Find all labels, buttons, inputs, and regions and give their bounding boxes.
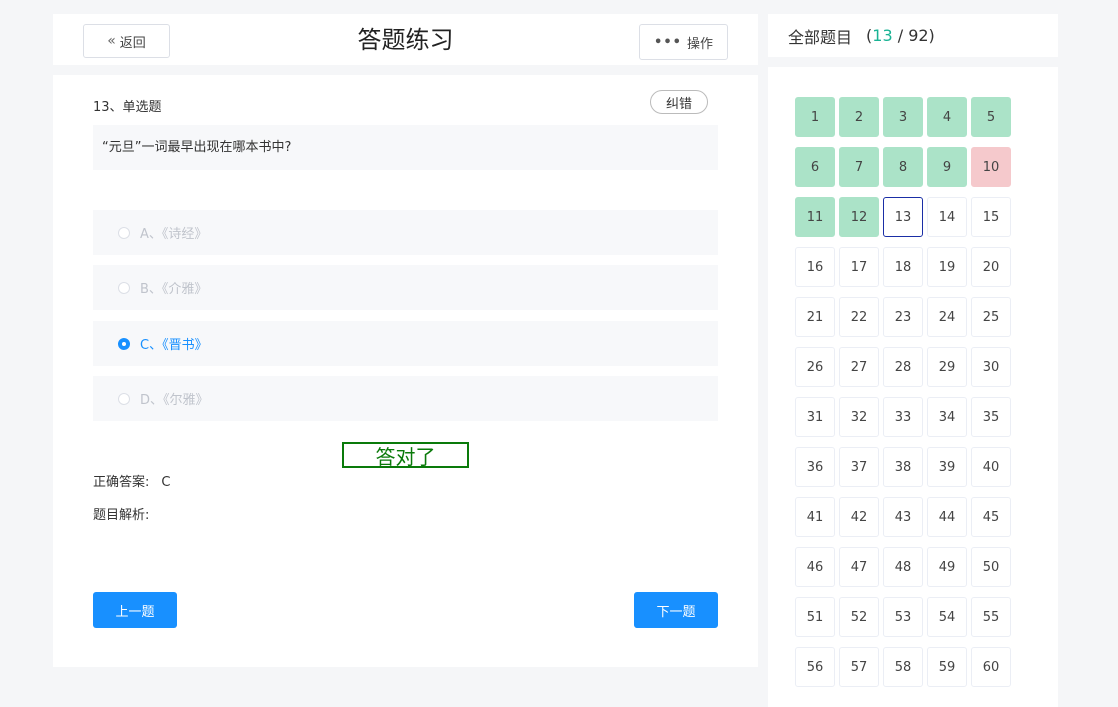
radio-icon[interactable] xyxy=(118,337,130,350)
question-number-cell[interactable]: 42 xyxy=(839,497,879,537)
question-number-cell[interactable]: 29 xyxy=(927,347,967,387)
question-number-cell[interactable]: 58 xyxy=(883,647,923,687)
question-number-cell[interactable]: 48 xyxy=(883,547,923,587)
question-number-cell[interactable]: 6 xyxy=(795,147,835,187)
question-number-cell[interactable]: 50 xyxy=(971,547,1011,587)
question-number-cell[interactable]: 23 xyxy=(883,297,923,337)
question-number-cell[interactable]: 27 xyxy=(839,347,879,387)
question-number-cell[interactable]: 43 xyxy=(883,497,923,537)
radio-icon[interactable] xyxy=(118,226,130,239)
question-number-cell[interactable]: 9 xyxy=(927,147,967,187)
question-number-cell[interactable]: 20 xyxy=(971,247,1011,287)
question-number-cell[interactable]: 3 xyxy=(883,97,923,137)
question-number-cell[interactable]: 51 xyxy=(795,597,835,637)
question-number-cell[interactable]: 53 xyxy=(883,597,923,637)
radio-icon[interactable] xyxy=(118,281,130,294)
correct-answer: 正确答案: C xyxy=(93,471,170,490)
option-d[interactable]: D、《尔雅》 xyxy=(93,376,718,421)
question-number-cell[interactable]: 60 xyxy=(971,647,1011,687)
more-dots-icon: ••• xyxy=(654,34,682,50)
question-number-cell[interactable]: 15 xyxy=(971,197,1011,237)
current-number: 13 xyxy=(872,26,893,45)
question-number-cell[interactable]: 13 xyxy=(883,197,923,237)
radio-icon[interactable] xyxy=(118,392,130,405)
operations-label: 操作 xyxy=(686,36,713,52)
question-number-cell[interactable]: 57 xyxy=(839,647,879,687)
question-number-cell[interactable]: 4 xyxy=(927,97,967,137)
question-number-cell[interactable]: 8 xyxy=(883,147,923,187)
question-number-cell[interactable]: 25 xyxy=(971,297,1011,337)
question-number-cell[interactable]: 19 xyxy=(927,247,967,287)
answer-value: C xyxy=(161,475,171,490)
option-label: A、《诗经》 xyxy=(140,227,208,242)
question-number-cell[interactable]: 26 xyxy=(795,347,835,387)
question-number-cell[interactable]: 11 xyxy=(795,197,835,237)
panel-title: 全部题目 xyxy=(788,27,853,47)
question-number-cell[interactable]: 14 xyxy=(927,197,967,237)
question-stem: “元旦”一词最早出现在哪本书中? xyxy=(93,125,718,170)
question-number-cell[interactable]: 44 xyxy=(927,497,967,537)
question-number-cell[interactable]: 18 xyxy=(883,247,923,287)
analysis-label: 题目解析: xyxy=(93,508,150,523)
question-number-cell[interactable]: 40 xyxy=(971,447,1011,487)
question-list-header: 全部题目 (13 / 92) xyxy=(768,14,1058,57)
question-grid-panel: 1 2 3 4 5 6 7 8 9 10 11 12 13 14 15 16 17 18 19 20 21 22 23 24 2… xyxy=(768,67,1058,707)
question-number-cell[interactable]: 16 xyxy=(795,247,835,287)
question-number-cell[interactable]: 17 xyxy=(839,247,879,287)
option-label: C、《晋书》 xyxy=(140,338,208,353)
question-number-cell[interactable]: 49 xyxy=(927,547,967,587)
question-number-cell[interactable]: 33 xyxy=(883,397,923,437)
option-a[interactable]: A、《诗经》 xyxy=(93,210,718,255)
question-number-cell[interactable]: 2 xyxy=(839,97,879,137)
question-number-cell[interactable]: 21 xyxy=(795,297,835,337)
answer-label: 正确答案: xyxy=(93,475,150,490)
header-bar: « 返回 答题练习 ••• 操作 xyxy=(53,14,758,65)
question-card: 13、单选题 纠错 “元旦”一词最早出现在哪本书中? A、《诗经》 B、《介雅》… xyxy=(53,75,758,667)
question-number-cell[interactable]: 34 xyxy=(927,397,967,437)
question-number-cell[interactable]: 10 xyxy=(971,147,1011,187)
question-number-cell[interactable]: 52 xyxy=(839,597,879,637)
question-number-cell[interactable]: 36 xyxy=(795,447,835,487)
question-number-cell[interactable]: 59 xyxy=(927,647,967,687)
question-number-cell[interactable]: 28 xyxy=(883,347,923,387)
progress-count: (13 / 92) xyxy=(866,26,935,45)
question-number-cell[interactable]: 45 xyxy=(971,497,1011,537)
question-number-cell[interactable]: 32 xyxy=(839,397,879,437)
option-c[interactable]: C、《晋书》 xyxy=(93,321,718,366)
question-number-cell[interactable]: 7 xyxy=(839,147,879,187)
question-number-cell[interactable]: 22 xyxy=(839,297,879,337)
question-number-cell[interactable]: 56 xyxy=(795,647,835,687)
question-number-cell[interactable]: 39 xyxy=(927,447,967,487)
option-b[interactable]: B、《介雅》 xyxy=(93,265,718,310)
option-label: B、《介雅》 xyxy=(140,282,208,297)
question-number-cell[interactable]: 5 xyxy=(971,97,1011,137)
question-number-cell[interactable]: 41 xyxy=(795,497,835,537)
question-type: 13、单选题 xyxy=(93,100,162,115)
question-number-cell[interactable]: 12 xyxy=(839,197,879,237)
option-label: D、《尔雅》 xyxy=(140,393,209,408)
question-grid: 1 2 3 4 5 6 7 8 9 10 11 12 13 14 15 16 17 18 19 20 21 22 23 24 2… xyxy=(795,97,1011,687)
question-number-cell[interactable]: 38 xyxy=(883,447,923,487)
question-number-cell[interactable]: 54 xyxy=(927,597,967,637)
question-number-cell[interactable]: 46 xyxy=(795,547,835,587)
question-number-cell[interactable]: 47 xyxy=(839,547,879,587)
prev-question-button[interactable]: 上一题 xyxy=(93,592,177,628)
total-number: 92 xyxy=(908,26,929,45)
question-number-cell[interactable]: 35 xyxy=(971,397,1011,437)
question-number-cell[interactable]: 37 xyxy=(839,447,879,487)
question-number-cell[interactable]: 55 xyxy=(971,597,1011,637)
question-number-cell[interactable]: 24 xyxy=(927,297,967,337)
next-question-button[interactable]: 下一题 xyxy=(634,592,718,628)
question-number-cell[interactable]: 30 xyxy=(971,347,1011,387)
operations-button[interactable]: ••• 操作 xyxy=(639,24,728,60)
report-error-button[interactable]: 纠错 xyxy=(650,90,708,114)
question-number-cell[interactable]: 31 xyxy=(795,397,835,437)
question-number-cell[interactable]: 1 xyxy=(795,97,835,137)
result-indicator: 答对了 xyxy=(342,442,469,469)
